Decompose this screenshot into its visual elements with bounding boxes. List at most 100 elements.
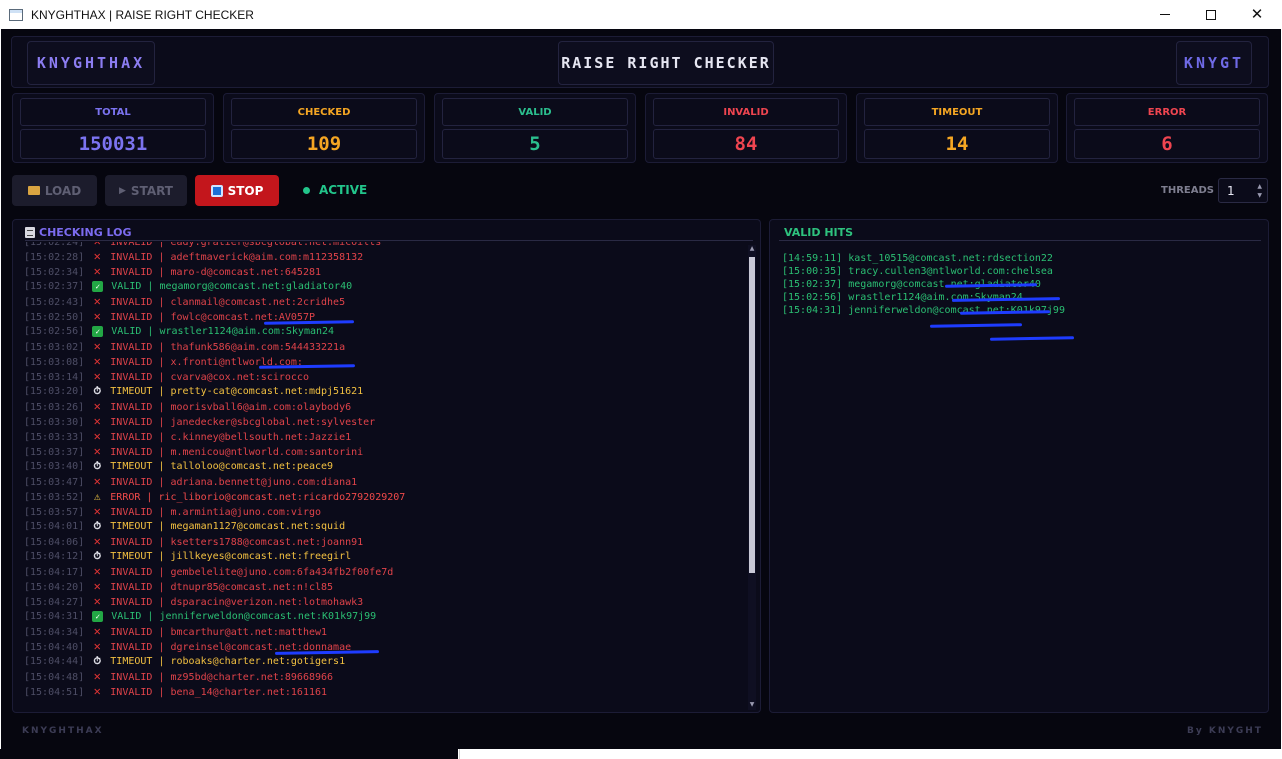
log-row: [15:03:40] ⏱ TIMEOUT | talloloo@comcast.… — [24, 459, 333, 474]
log-status: INVALID — [110, 342, 153, 353]
stat-valid-label: VALID — [442, 98, 628, 126]
checking-log-panel: CHECKING LOG [15:02:24] ✕ INVALID | eady… — [12, 219, 761, 713]
log-timestamp: [15:03:26] — [24, 402, 85, 413]
minimize-button[interactable] — [1142, 0, 1188, 29]
cross-icon: ✕ — [90, 242, 104, 249]
log-separator: | — [152, 537, 171, 548]
log-status: INVALID — [110, 627, 153, 638]
stopwatch-icon: ⏱ — [93, 551, 102, 562]
cross-icon: ✕ — [93, 444, 101, 458]
log-scroll-thumb[interactable] — [749, 257, 755, 573]
log-row: [15:04:34] ✕ INVALID | bmcarthur@att.net… — [24, 624, 327, 639]
log-credential: janedecker@sbcglobal.net:sylvester — [170, 417, 376, 428]
log-row: [15:03:26] ✕ INVALID | moorisvball6@aim.… — [24, 399, 351, 414]
stat-total: TOTAL 150031 — [12, 93, 214, 163]
cross-icon: ✕ — [93, 564, 101, 578]
log-row: [15:03:02] ✕ INVALID | thafunk586@aim.co… — [24, 339, 345, 354]
footer-credit: By KNYGHT — [1187, 726, 1263, 736]
checking-log-title: CHECKING LOG — [39, 226, 132, 239]
log-timestamp: [15:02:56] — [24, 326, 85, 337]
log-separator: | — [140, 492, 159, 503]
cross-icon: ✕ — [93, 294, 101, 308]
log-timestamp: [15:04:17] — [24, 567, 85, 578]
valid-hit-row: [14:59:11] kast_10515@comcast.net:rdsect… — [782, 253, 1053, 264]
window-title-bar: KNYGHTHAX | RAISE RIGHT CHECKER ✕ — [0, 0, 1282, 29]
stop-button-label: STOP — [227, 183, 264, 198]
log-timestamp: [15:03:40] — [24, 461, 85, 472]
cross-icon: ✕ — [93, 594, 101, 608]
page-title: RAISE RIGHT CHECKER — [558, 41, 774, 85]
log-separator: | — [152, 342, 171, 353]
maximize-icon — [1206, 9, 1216, 20]
log-timestamp: [15:04:40] — [24, 642, 85, 653]
log-status: INVALID — [110, 447, 153, 458]
log-separator: | — [141, 281, 160, 292]
log-row: [15:04:06] ✕ INVALID | ksetters1788@comc… — [24, 534, 363, 549]
log-row: [15:03:14] ✕ INVALID | cvarva@cox.net:sc… — [24, 369, 309, 384]
log-credential: moorisvball6@aim.com:olaybody6 — [170, 402, 352, 413]
log-status: TIMEOUT — [110, 551, 153, 562]
maximize-button[interactable] — [1188, 0, 1234, 29]
check-icon: ✓ — [92, 611, 104, 622]
stop-button[interactable]: STOP — [195, 175, 279, 206]
warning-icon: ⚠ — [93, 490, 101, 503]
log-credential: ric_liborio@comcast.net:ricardo279202920… — [158, 492, 406, 503]
log-timestamp: [15:04:01] — [24, 521, 85, 532]
scroll-down-icon[interactable]: ▼ — [748, 701, 756, 708]
log-credential: eady.gratier@sbcglobal.net:micoilts — [170, 242, 382, 248]
scroll-up-icon[interactable]: ▲ — [748, 245, 756, 252]
log-status: INVALID — [110, 372, 153, 383]
log-credential: m.menicou@ntlworld.com:santorini — [170, 447, 364, 458]
log-separator: | — [152, 551, 171, 562]
log-status: INVALID — [110, 252, 153, 263]
start-button[interactable]: ▶ START — [105, 175, 187, 206]
log-status: INVALID — [110, 402, 153, 413]
start-button-label: START — [130, 183, 173, 198]
stat-checked-label: CHECKED — [231, 98, 417, 126]
cross-icon: ✕ — [93, 354, 101, 368]
log-credential: c.kinney@bellsouth.net:Jazzie1 — [170, 432, 352, 443]
stat-error-label: ERROR — [1074, 98, 1260, 126]
log-timestamp: [15:04:12] — [24, 551, 85, 562]
threads-spinbox[interactable]: 1 ▲ ▼ — [1218, 178, 1268, 203]
log-status: TIMEOUT — [110, 386, 153, 397]
cross-icon: ✕ — [93, 624, 101, 638]
log-timestamp: [15:04:44] — [24, 656, 85, 667]
log-row: [15:03:20] ⏱ TIMEOUT | pretty-cat@comcas… — [24, 384, 363, 399]
spin-down-icon[interactable]: ▼ — [1257, 192, 1262, 199]
app-window-icon — [9, 8, 23, 21]
log-status: INVALID — [110, 567, 153, 578]
log-credential: gembelelite@juno.com:6fa434fb2f00fe7d — [170, 567, 394, 578]
log-separator: | — [152, 597, 171, 608]
stat-valid-value: 5 — [442, 129, 628, 159]
load-button[interactable]: LOAD — [12, 175, 97, 206]
app-body: KNYGHTHAX RAISE RIGHT CHECKER KNYGT TOTA… — [1, 29, 1281, 749]
check-icon: ✓ — [92, 281, 104, 292]
checking-log-list[interactable]: [15:02:24] ✕ INVALID | eady.gratier@sbcg… — [24, 242, 750, 710]
log-status: INVALID — [110, 432, 153, 443]
stop-icon — [210, 184, 223, 197]
log-status: TIMEOUT — [110, 656, 153, 667]
log-status: INVALID — [110, 537, 153, 548]
log-row: [15:04:27] ✕ INVALID | dsparacin@verizon… — [24, 594, 363, 609]
log-separator: | — [152, 672, 171, 683]
log-timestamp: [15:04:34] — [24, 627, 85, 638]
log-status: INVALID — [110, 417, 153, 428]
log-scrollbar[interactable]: ▲ ▼ — [748, 245, 756, 710]
log-row: [15:04:48] ✕ INVALID | mz95bd@charter.ne… — [24, 669, 333, 684]
log-status: INVALID — [110, 687, 153, 698]
log-status: TIMEOUT — [110, 521, 153, 532]
log-timestamp: [15:03:30] — [24, 417, 85, 428]
cross-icon: ✕ — [93, 369, 101, 383]
cross-icon: ✕ — [93, 399, 101, 413]
log-status: INVALID — [110, 672, 153, 683]
brand-left: KNYGHTHAX — [27, 41, 155, 85]
log-row: [15:02:43] ✕ INVALID | clanmail@comcast.… — [24, 294, 345, 309]
log-credential: wrastler1124@aim.com:Skyman24 — [159, 326, 335, 337]
spin-up-icon[interactable]: ▲ — [1257, 183, 1262, 190]
log-credential: cvarva@cox.net:scirocco — [170, 372, 309, 383]
cross-icon: ✕ — [93, 669, 101, 683]
log-separator: | — [152, 582, 171, 593]
close-button[interactable]: ✕ — [1234, 0, 1280, 29]
log-timestamp: [15:04:20] — [24, 582, 85, 593]
